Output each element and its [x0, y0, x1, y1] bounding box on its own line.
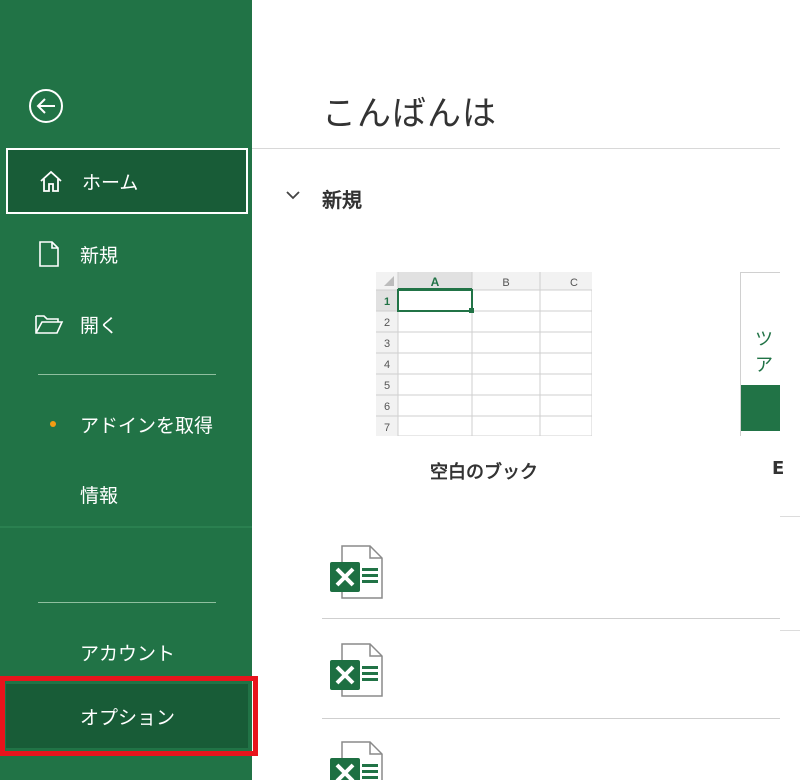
- row-divider: [322, 718, 780, 719]
- back-button[interactable]: [28, 88, 64, 124]
- chevron-down-icon: [286, 191, 300, 200]
- sidebar-item-label: オプション: [80, 706, 176, 729]
- backstage-main: こんばんは 新規 A B C 1 2 3 4 5 6 7 空白のブック ツア E: [252, 0, 800, 780]
- tour-preview-bar: [741, 385, 780, 431]
- sidebar-divider: [38, 602, 216, 603]
- sidebar-item-label: アカウント: [80, 642, 176, 665]
- grid-row-6: 6: [384, 401, 390, 413]
- recent-file-row[interactable]: [322, 524, 780, 622]
- excel-file-icon: [330, 545, 383, 599]
- grid-row-2: 2: [384, 317, 390, 329]
- backstage-sidebar: ホーム 新規 開く アドインを取得 情報 アカウント オプション: [0, 0, 252, 780]
- recent-file-row[interactable]: [322, 622, 780, 720]
- folder-open-icon: [34, 309, 64, 339]
- sidebar-item-account[interactable]: アカウント: [6, 620, 248, 684]
- sidebar-item-get-addins[interactable]: アドインを取得: [6, 392, 248, 456]
- row-divider: [322, 618, 780, 619]
- grid-row-5: 5: [384, 380, 390, 392]
- template-label: 空白のブック: [430, 462, 538, 483]
- new-document-icon: [34, 239, 64, 269]
- header-divider: [252, 148, 780, 149]
- excel-file-icon: [330, 741, 383, 780]
- notification-dot-icon: [50, 421, 56, 427]
- grid-row-4: 4: [384, 359, 390, 371]
- template-tour[interactable]: ツア: [740, 272, 780, 436]
- section-collapse-button[interactable]: [284, 186, 302, 204]
- sidebar-item-label: 情報: [80, 484, 119, 507]
- grid-row-7: 7: [384, 422, 390, 434]
- recent-file-row[interactable]: [322, 720, 780, 780]
- grid-row-1: 1: [384, 296, 390, 308]
- sidebar-divider: [38, 374, 216, 375]
- sidebar-separator: [0, 526, 252, 528]
- template-label: E: [772, 458, 785, 479]
- grid-row-3: 3: [384, 338, 390, 350]
- blank-workbook-preview: A B C 1 2 3 4 5 6 7: [375, 271, 593, 437]
- excel-file-icon: [330, 643, 383, 697]
- sidebar-item-new[interactable]: 新規: [6, 222, 248, 286]
- grid-column-b: B: [502, 277, 509, 289]
- sidebar-item-info[interactable]: 情報: [6, 462, 248, 526]
- sidebar-item-options[interactable]: オプション: [6, 684, 248, 748]
- new-section-title: 新規: [322, 188, 362, 212]
- template-blank-workbook[interactable]: A B C 1 2 3 4 5 6 7: [375, 271, 593, 437]
- row-divider: [780, 630, 800, 631]
- back-arrow-icon: [29, 89, 63, 123]
- sidebar-item-label: 開く: [80, 314, 119, 337]
- greeting-heading: こんばんは: [322, 94, 497, 134]
- sidebar-item-label: アドインを取得: [80, 414, 214, 437]
- sidebar-item-open[interactable]: 開く: [6, 292, 248, 356]
- grid-column-c: C: [570, 277, 578, 289]
- sidebar-item-home[interactable]: ホーム: [6, 148, 248, 214]
- tour-preview-text: ツア: [755, 329, 773, 376]
- home-icon: [36, 166, 66, 196]
- sidebar-item-label: ホーム: [82, 171, 139, 194]
- row-divider: [780, 516, 800, 517]
- grid-column-a: A: [431, 275, 440, 289]
- sidebar-item-label: 新規: [80, 244, 119, 267]
